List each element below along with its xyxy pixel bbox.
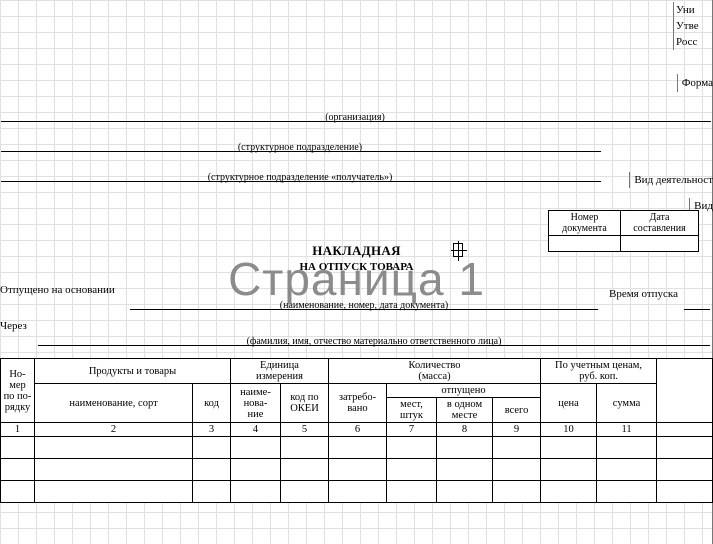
table-cell[interactable] xyxy=(387,481,437,503)
th-okei: код по ОКЕИ xyxy=(281,384,329,423)
table-cell[interactable] xyxy=(437,481,493,503)
table-cell[interactable] xyxy=(329,437,387,459)
colnum-6: 6 xyxy=(329,423,387,437)
org-label: (организация) xyxy=(0,112,710,123)
th-cena: цена xyxy=(541,384,597,423)
colnum-5: 5 xyxy=(281,423,329,437)
table-cell[interactable] xyxy=(193,481,231,503)
table-cell[interactable] xyxy=(231,437,281,459)
table-cell[interactable] xyxy=(231,459,281,481)
docbox-num-hdr: Номер документа xyxy=(549,211,621,236)
vremya-line xyxy=(684,296,710,310)
table-cell[interactable] xyxy=(437,437,493,459)
struct-label: (структурное подразделение) xyxy=(0,142,600,153)
colnum-7: 7 xyxy=(387,423,437,437)
colnum-4: 4 xyxy=(231,423,281,437)
main-table: Но- мер по по- рядку Продукты и товары Е… xyxy=(0,358,713,503)
top-right-l3: Росс xyxy=(673,34,713,50)
table-cell[interactable] xyxy=(437,459,493,481)
table-cell[interactable] xyxy=(193,437,231,459)
th-inone: в одном месте xyxy=(437,398,493,423)
title-main: НАКЛАДНАЯ xyxy=(0,243,713,259)
table-cell[interactable] xyxy=(493,481,541,503)
th-num: Но- мер по по- рядку xyxy=(1,359,35,423)
naimdoc-label: (наименование, номер, дата документа) xyxy=(130,300,598,311)
table-cell[interactable] xyxy=(281,481,329,503)
otpushcheno-label: Отпущено на основании xyxy=(0,284,115,296)
colnum-1: 1 xyxy=(1,423,35,437)
table-cell[interactable] xyxy=(1,437,35,459)
table-cell[interactable] xyxy=(597,481,657,503)
cursor-marker-icon xyxy=(453,243,463,257)
th-extra xyxy=(657,359,713,423)
th-unit-name: наиме- нова- ние xyxy=(231,384,281,423)
struct-recv-label: (структурное подразделение «получатель») xyxy=(0,172,600,183)
table-cell[interactable] xyxy=(493,437,541,459)
th-code: код xyxy=(193,384,231,423)
colnum-8: 8 xyxy=(437,423,493,437)
th-name-sort: наименование, сорт xyxy=(35,384,193,423)
colnum-12 xyxy=(657,423,713,437)
table-cell[interactable] xyxy=(541,481,597,503)
forma-label: Форма xyxy=(677,74,713,92)
table-cell[interactable] xyxy=(193,459,231,481)
colnum-10: 10 xyxy=(541,423,597,437)
th-unit: Единица измерения xyxy=(231,359,329,384)
table-cell[interactable] xyxy=(281,459,329,481)
fio-label: (фамилия, имя, отчество материально отве… xyxy=(38,336,710,347)
docbox-date-hdr: Дата составления xyxy=(621,211,699,236)
th-req: затребо- вано xyxy=(329,384,387,423)
table-cell[interactable] xyxy=(35,481,193,503)
th-places: мест, штук xyxy=(387,398,437,423)
colnum-2: 2 xyxy=(35,423,193,437)
table-cell[interactable] xyxy=(231,481,281,503)
table-cell[interactable] xyxy=(35,459,193,481)
table-cell[interactable] xyxy=(329,459,387,481)
top-right-l2: Утве xyxy=(673,18,713,34)
th-rel: отпущено xyxy=(387,384,541,398)
table-cell[interactable] xyxy=(35,437,193,459)
colnum-3: 3 xyxy=(193,423,231,437)
th-price: По учетным ценам, руб. коп. xyxy=(541,359,657,384)
vid-label: Вид деятельност xyxy=(629,172,713,188)
title-sub: НА ОТПУСК ТОВАРА xyxy=(0,261,713,273)
table-cell[interactable] xyxy=(657,459,713,481)
table-cell[interactable] xyxy=(541,437,597,459)
table-cell[interactable] xyxy=(1,459,35,481)
table-cell[interactable] xyxy=(597,459,657,481)
th-qty: Количество (масса) xyxy=(329,359,541,384)
table-cell[interactable] xyxy=(1,481,35,503)
colnum-9: 9 xyxy=(493,423,541,437)
table-cell[interactable] xyxy=(493,459,541,481)
th-total: всего xyxy=(493,398,541,423)
table-cell[interactable] xyxy=(281,437,329,459)
th-prod: Продукты и товары xyxy=(35,359,231,384)
table-cell[interactable] xyxy=(657,437,713,459)
top-right-l1: Уни xyxy=(673,2,713,18)
table-cell[interactable] xyxy=(387,459,437,481)
th-summa: сумма xyxy=(597,384,657,423)
table-cell[interactable] xyxy=(541,459,597,481)
table-cell[interactable] xyxy=(597,437,657,459)
table-cell[interactable] xyxy=(387,437,437,459)
top-right-labels: Уни Утве Росс xyxy=(673,2,713,50)
colnum-11: 11 xyxy=(597,423,657,437)
cherez-label: Через xyxy=(0,320,27,332)
table-cell[interactable] xyxy=(657,481,713,503)
table-cell[interactable] xyxy=(329,481,387,503)
